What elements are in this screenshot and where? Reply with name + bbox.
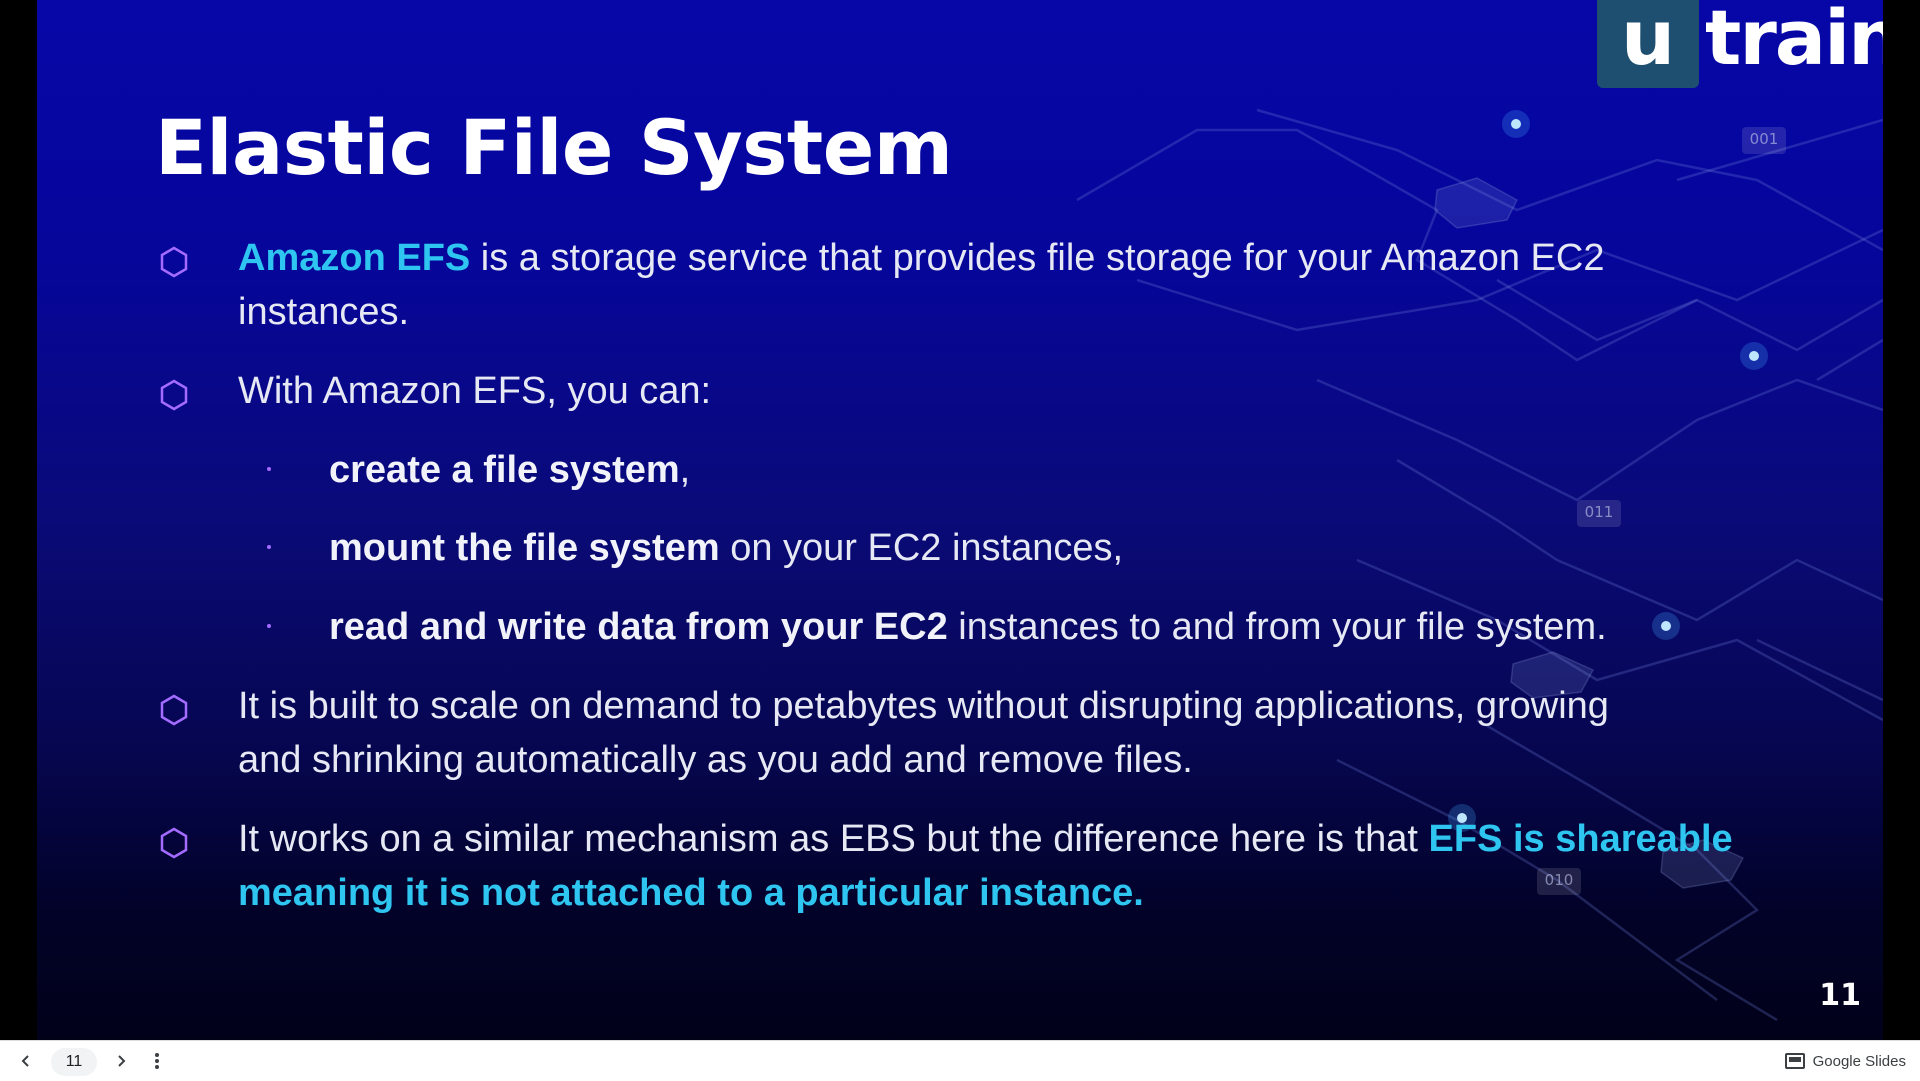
brand-label: Google Slides: [1812, 1052, 1906, 1070]
slide-title: Elastic File System: [155, 103, 953, 192]
logo-box: u: [1597, 0, 1699, 88]
bullet-text: Amazon EFS is a storage service that pro…: [238, 231, 1798, 339]
sub-item-rest: ,: [679, 449, 691, 491]
hexagon-bullet-icon: [160, 379, 188, 411]
sub-item-text: read and write data from your EC2 instan…: [329, 600, 1799, 654]
sub-item-bold: mount the file system: [329, 527, 720, 569]
slides-icon: [1784, 1053, 1805, 1069]
viewer-toolbar: 11 Google Slides: [0, 1040, 1920, 1081]
deco-label: 011: [1584, 503, 1614, 521]
sub-item-rest: on your EC2 instances,: [719, 527, 1124, 569]
bullet-body-line2: instances.: [238, 291, 410, 333]
chevron-right-icon: [118, 1055, 126, 1067]
bullet-body: It is built to scale on demand to petaby…: [238, 685, 1609, 727]
more-options-button[interactable]: [139, 1041, 175, 1081]
google-slides-link[interactable]: Google Slides: [1784, 1041, 1906, 1081]
deco-label: 001: [1749, 130, 1779, 148]
bullet-highlight: EFS is shareable: [1428, 818, 1733, 860]
dot-bullet-icon: [267, 467, 271, 471]
slide: 001 011 010 u train Elastic File System …: [37, 0, 1883, 1040]
logo-wordmark: train: [1705, 0, 1883, 82]
sub-item-rest: instances to and from your file system.: [947, 606, 1607, 648]
bullet-highlight-line2: meaning it is not attached to a particul…: [238, 872, 1144, 914]
sub-item-bold: create a file system: [329, 449, 680, 491]
bullet-body: It works on a similar mechanism as EBS b…: [238, 818, 1429, 860]
sub-item-bold: read and write data from your EC2: [329, 606, 948, 648]
slide-page-number: 11: [1819, 978, 1861, 1013]
current-page-indicator[interactable]: 11: [51, 1048, 97, 1076]
chevron-left-icon: [21, 1055, 29, 1067]
sub-item-text: mount the file system on your EC2 instan…: [329, 521, 1799, 575]
previous-slide-button[interactable]: [8, 1041, 44, 1081]
bullet-text: With Amazon EFS, you can:: [238, 370, 712, 412]
dot-bullet-icon: [267, 545, 271, 549]
presentation-stage: 001 011 010 u train Elastic File System …: [0, 0, 1920, 1040]
bullet-text: It works on a similar mechanism as EBS b…: [238, 812, 1798, 920]
bullet-text: It is built to scale on demand to petaby…: [238, 679, 1798, 787]
bullet-body: is a storage service that provides file …: [470, 237, 1605, 279]
hexagon-bullet-icon: [160, 827, 188, 859]
hexagon-bullet-icon: [160, 694, 188, 726]
more-vert-icon: [155, 1053, 159, 1069]
logo-letter: u: [1620, 0, 1676, 82]
hexagon-bullet-icon: [160, 246, 188, 278]
bullet-body-line2: and shrinking automatically as you add a…: [238, 739, 1193, 781]
next-slide-button[interactable]: [103, 1041, 139, 1081]
sub-item-text: create a file system,: [329, 443, 1799, 497]
dot-bullet-icon: [267, 624, 271, 628]
bullet-highlight: Amazon EFS: [238, 237, 471, 279]
utrain-logo: u train: [1597, 0, 1883, 88]
